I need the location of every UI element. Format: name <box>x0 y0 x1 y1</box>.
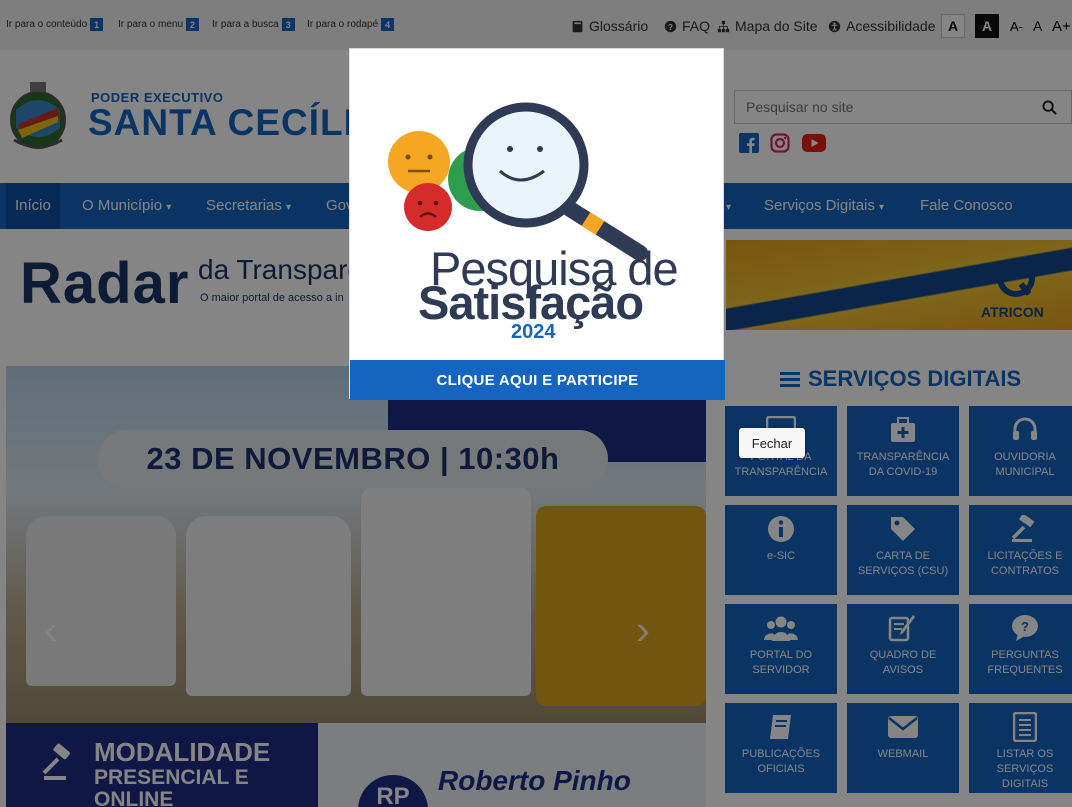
survey-year: 2024 <box>511 321 556 343</box>
participate-button[interactable]: CLIQUE AQUI E PARTICIPE <box>350 360 725 400</box>
close-popup-button[interactable]: Fechar <box>739 428 805 458</box>
survey-popup[interactable]: Pesquisa de Satisfação 2024 CLIQUE AQUI … <box>349 48 725 400</box>
